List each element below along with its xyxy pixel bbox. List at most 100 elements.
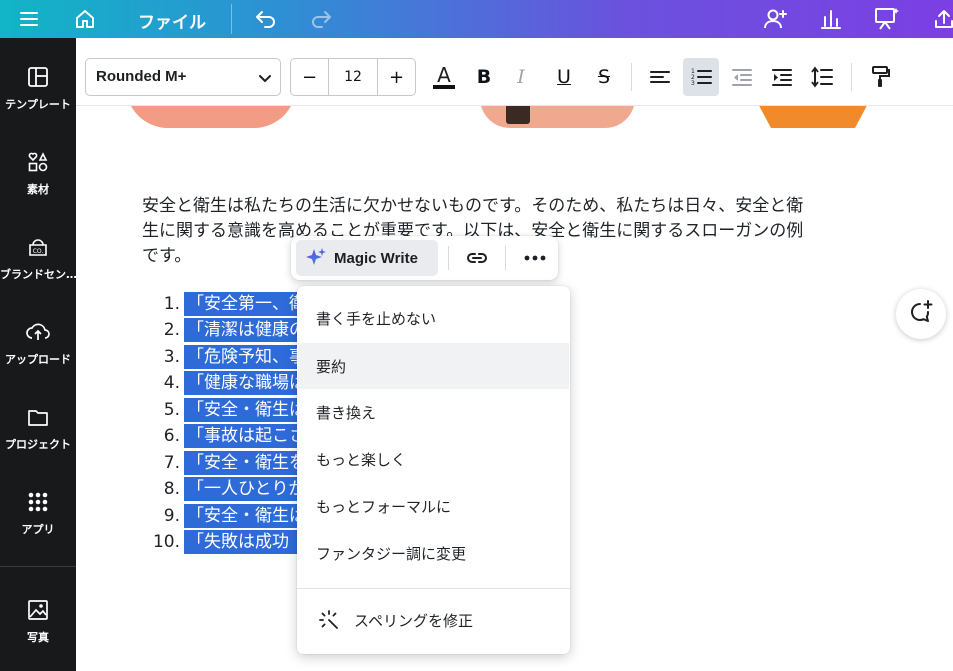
sidebar-item-templates[interactable]: テンプレート xyxy=(0,48,76,128)
menu-item-summarize[interactable]: 要約 xyxy=(298,343,569,389)
left-sidebar: テンプレート 素材 CO. ブランドセン… アップロード プロジェクト アプリ xyxy=(0,38,76,671)
layout-icon xyxy=(25,64,51,90)
hamburger-icon[interactable] xyxy=(15,5,43,33)
paint-roller-icon[interactable] xyxy=(862,58,898,96)
sidebar-item-label: ブランドセン… xyxy=(0,268,76,281)
sidebar-item-photos[interactable]: 写真 xyxy=(0,581,76,661)
list-number: 4. xyxy=(163,373,180,393)
menu-item-rewrite[interactable]: 書き換え xyxy=(298,389,569,435)
sidebar-item-label: 素材 xyxy=(27,183,49,196)
menu-item-fantasy-style[interactable]: ファンタジー調に変更 xyxy=(298,530,569,576)
list-text: 「安全第一、衛 xyxy=(184,292,309,316)
sidebar-item-projects[interactable]: プロジェクト xyxy=(0,388,76,468)
sidebar-item-apps[interactable]: アプリ xyxy=(0,473,76,553)
cloud-upload-icon xyxy=(25,319,51,345)
link-icon[interactable] xyxy=(461,242,493,274)
font-family-value: Rounded M+ xyxy=(96,68,187,85)
redo-icon[interactable] xyxy=(307,5,335,33)
list-text: 「健康な職場は xyxy=(184,371,309,395)
list-item[interactable]: 3. 「危険予知、事 xyxy=(144,345,309,371)
insights-chart-icon[interactable] xyxy=(817,5,845,33)
elements-icon xyxy=(25,149,51,175)
font-family-select[interactable]: Rounded M+ xyxy=(85,58,281,96)
photo-icon xyxy=(25,597,51,623)
list-number: 5. xyxy=(163,400,180,420)
comment-add-icon xyxy=(907,298,935,330)
sidebar-item-uploads[interactable]: アップロード xyxy=(0,303,76,383)
menu-item-label: スペリングを修正 xyxy=(354,611,473,630)
list-text: 「危険予知、事 xyxy=(184,345,309,369)
svg-text:CO.: CO. xyxy=(33,248,44,255)
menu-item-more-fun[interactable]: もっと楽しく xyxy=(298,436,569,482)
header-divider xyxy=(231,4,232,34)
font-size-stepper: − 12 + xyxy=(290,58,416,96)
magic-wand-sparkle-icon xyxy=(316,607,342,633)
list-number: 3. xyxy=(163,347,180,367)
list-item[interactable]: 6. 「事故は起こさ xyxy=(144,424,309,450)
menu-divider xyxy=(297,588,570,589)
sidebar-item-label: 写真 xyxy=(27,631,49,644)
list-item[interactable]: 5. 「安全・衛生は xyxy=(144,398,309,424)
decorative-illustration xyxy=(738,106,888,128)
list-number: 7. xyxy=(163,453,180,473)
list-item[interactable]: 1. 「安全第一、衛 xyxy=(144,292,309,318)
numbered-list-button[interactable]: 123 xyxy=(683,58,719,96)
sidebar-item-brand[interactable]: CO. ブランドセン… xyxy=(0,218,76,298)
outdent-button[interactable] xyxy=(724,58,760,96)
svg-text:3: 3 xyxy=(691,80,695,87)
align-left-button[interactable] xyxy=(642,58,678,96)
indent-button[interactable] xyxy=(764,58,800,96)
undo-icon[interactable] xyxy=(252,5,280,33)
bold-button[interactable]: B xyxy=(466,58,502,96)
decorative-illustration xyxy=(480,106,635,128)
list-item[interactable]: 4. 「健康な職場は xyxy=(144,371,309,397)
sidebar-item-elements[interactable]: 素材 xyxy=(0,133,76,213)
floating-text-actions: Magic Write xyxy=(291,236,558,280)
list-text: 「安全・衛生は xyxy=(184,398,309,422)
sidebar-item-label: プロジェクト xyxy=(5,438,71,451)
toolbar-divider xyxy=(851,63,852,91)
text-color-button[interactable]: A xyxy=(426,58,462,96)
menu-item-more-formal[interactable]: もっとフォーマルに xyxy=(298,483,569,529)
list-number: 9. xyxy=(163,506,180,526)
magic-write-button[interactable]: Magic Write xyxy=(296,240,438,276)
folder-icon xyxy=(25,404,51,430)
strikethrough-button[interactable]: S xyxy=(586,58,622,96)
menu-item-fix-spelling[interactable]: スペリングを修正 xyxy=(298,597,569,643)
text-color-letter: A xyxy=(437,63,451,87)
list-number: 1. xyxy=(163,294,180,314)
present-icon[interactable] xyxy=(873,5,901,33)
share-people-icon[interactable] xyxy=(762,5,790,33)
apps-grid-icon xyxy=(25,489,51,515)
chevron-down-icon xyxy=(258,70,272,89)
decorative-illustration xyxy=(506,106,530,124)
sparkle-icon xyxy=(304,246,328,270)
sidebar-divider xyxy=(0,566,76,567)
font-size-input[interactable]: 12 xyxy=(329,59,377,95)
magic-write-label: Magic Write xyxy=(334,249,418,267)
decrease-font-size-button[interactable]: − xyxy=(291,59,329,95)
home-icon[interactable] xyxy=(71,5,99,33)
menu-item-continue-writing[interactable]: 書く手を止めない xyxy=(298,295,569,341)
list-text: 「事故は起こさ xyxy=(184,424,309,448)
pill-divider xyxy=(505,246,506,270)
pill-divider xyxy=(448,246,449,270)
decorative-illustration xyxy=(126,106,296,128)
file-menu-button[interactable]: ファイル xyxy=(138,8,206,33)
text-toolbar: Rounded M+ − 12 + A B I U S 123 xyxy=(76,48,953,106)
brand-icon: CO. xyxy=(25,234,51,260)
sidebar-item-label: アップロード xyxy=(5,353,71,366)
sidebar-item-label: アプリ xyxy=(21,523,55,536)
list-number: 2. xyxy=(163,320,180,340)
top-header: ファイル xyxy=(0,0,953,38)
list-number: 6. xyxy=(163,426,180,446)
italic-button[interactable]: I xyxy=(503,58,539,96)
more-options-icon[interactable] xyxy=(519,242,551,274)
add-comment-button[interactable] xyxy=(896,289,946,339)
magic-write-menu: 書く手を止めない 要約 書き換え もっと楽しく もっとフォーマルに ファンタジー… xyxy=(297,286,570,654)
underline-button[interactable]: U xyxy=(546,58,582,96)
increase-font-size-button[interactable]: + xyxy=(377,59,415,95)
line-spacing-button[interactable] xyxy=(804,58,840,96)
toolbar-divider xyxy=(631,63,632,91)
upload-export-icon[interactable] xyxy=(930,5,953,33)
